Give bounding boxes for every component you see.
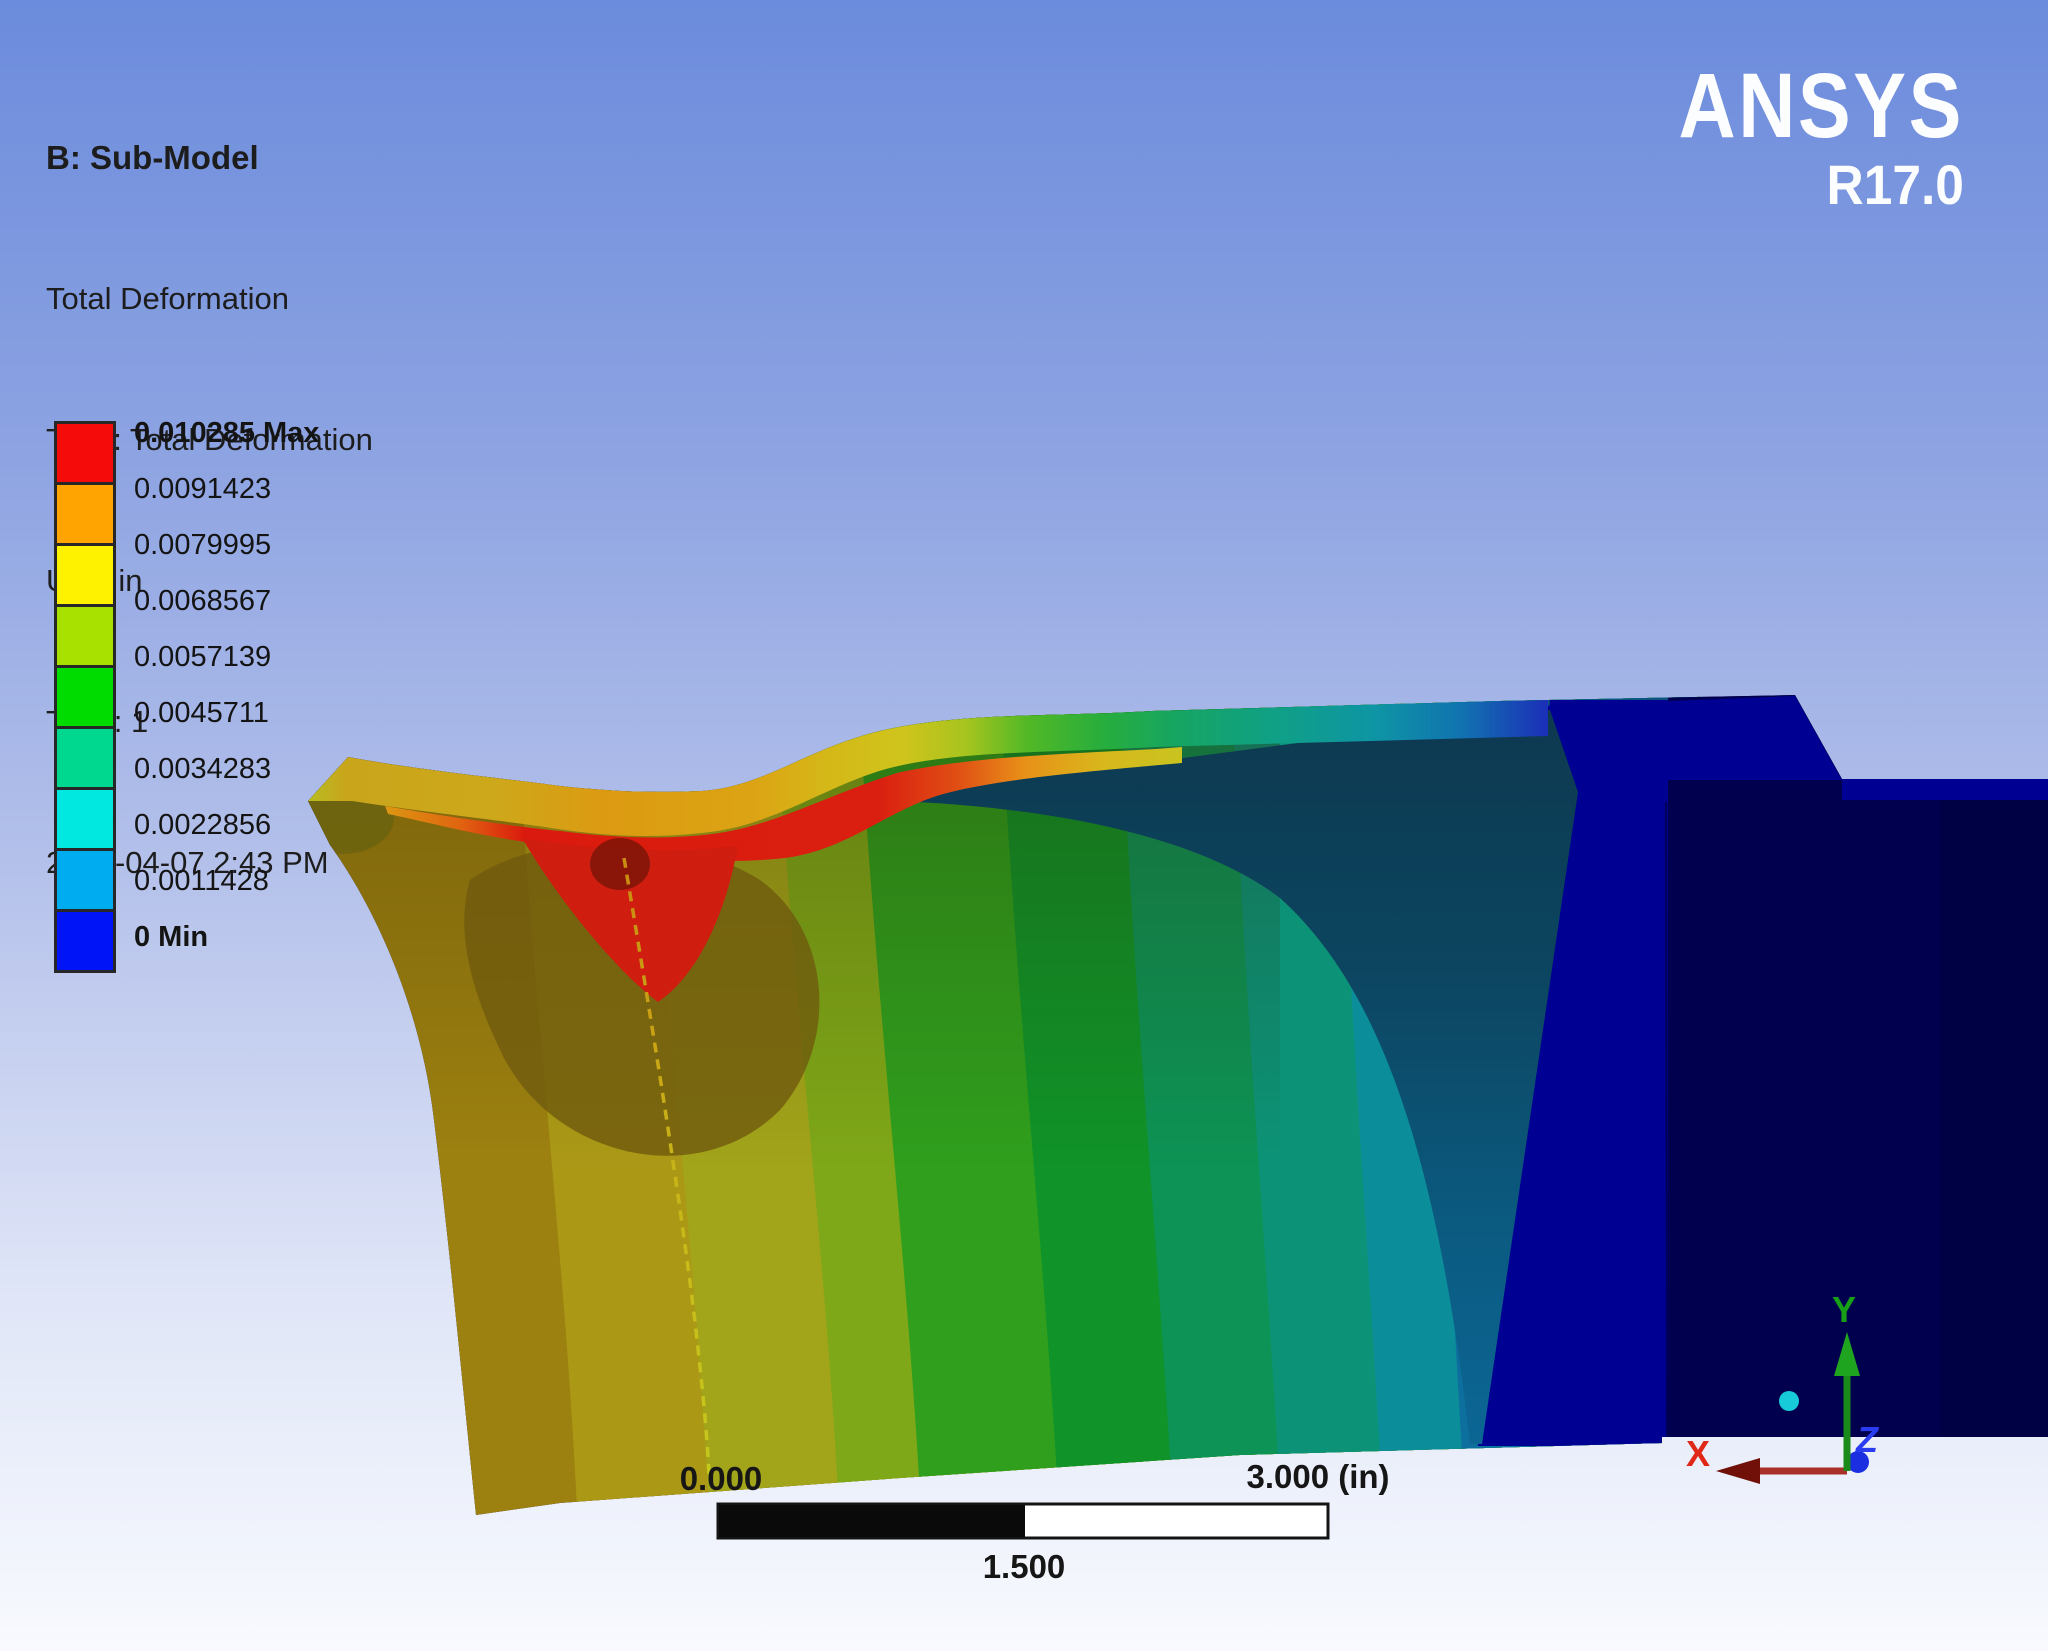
result-system-title: B: Sub-Model <box>46 134 373 181</box>
scale-ruler <box>718 1504 1328 1538</box>
model-geometry <box>290 680 2048 1540</box>
legend-label: 0.0034283 <box>134 752 494 786</box>
legend-swatch <box>57 665 113 726</box>
legend-label: 0.0091423 <box>134 472 494 506</box>
triad-y-label: Y <box>1832 1289 1856 1330</box>
legend-swatch <box>57 543 113 604</box>
legend-label-max: 0.010285 Max <box>134 416 494 450</box>
legend-label: 0.0022856 <box>134 808 494 842</box>
legend-label: 0.0057139 <box>134 640 494 674</box>
legend-swatch <box>57 604 113 665</box>
legend-swatch <box>57 726 113 787</box>
legend-swatch <box>57 482 113 543</box>
legend-swatch <box>57 909 113 970</box>
legend-label: 0.0079995 <box>134 528 494 562</box>
triad-x-label: X <box>1686 1433 1710 1474</box>
triad-view-dot[interactable] <box>1779 1391 1799 1411</box>
triad-x-arrowhead <box>1716 1458 1760 1484</box>
ansys-logo: ANSYS R17.0 <box>1632 58 1964 214</box>
triad-z-label: Z <box>1855 1419 1880 1460</box>
legend-colorbar <box>54 421 116 973</box>
legend-swatch <box>57 424 113 482</box>
scale-label-left: 0.000 <box>611 1460 831 1498</box>
legend-label: 0.0011428 <box>134 864 494 898</box>
scale-label-right: 3.000 (in) <box>1208 1458 1428 1496</box>
legend-swatch <box>57 848 113 909</box>
legend-label: 0.0068567 <box>134 584 494 618</box>
legend-label-min: 0 Min <box>134 920 494 954</box>
ansys-viewport-window: { "header": { "lines": ["B: Sub-Model", … <box>0 0 2048 1651</box>
ansys-release-text: R17.0 <box>1659 156 1964 214</box>
legend-swatch <box>57 787 113 848</box>
result-name: Total Deformation <box>46 275 373 322</box>
scale-ruler-black-half <box>719 1505 1025 1537</box>
legend-label: 0.0045711 <box>134 696 494 730</box>
ansys-brand-text: ANSYS <box>1679 58 1964 154</box>
scale-label-middle: 1.500 <box>914 1548 1134 1586</box>
